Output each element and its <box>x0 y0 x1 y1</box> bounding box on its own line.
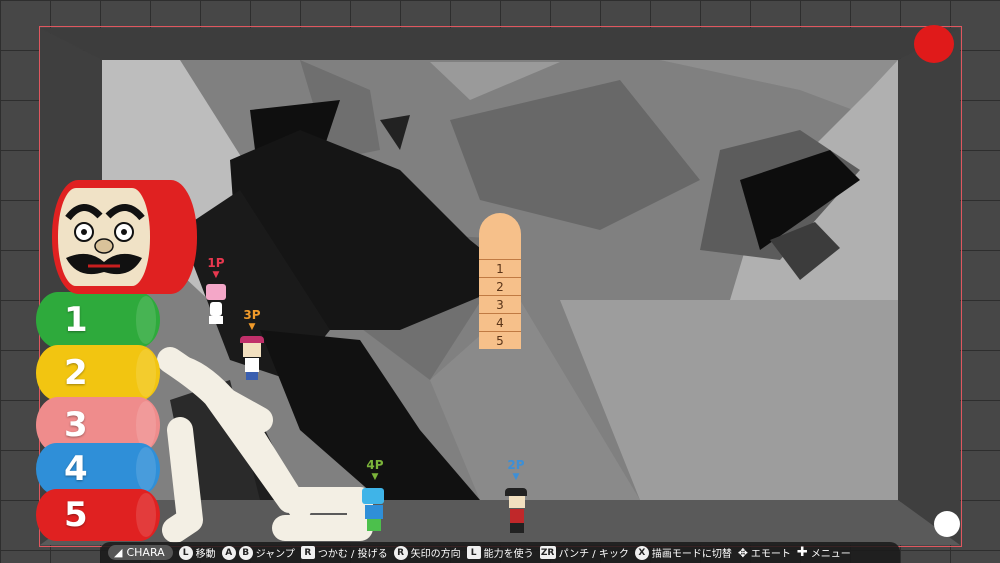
chara-button[interactable]: ◢ CHARA <box>108 545 173 560</box>
board-row: 5 <box>479 331 521 350</box>
board-row: 2 <box>479 277 521 296</box>
p4-arrow-icon: ▼ <box>371 472 379 482</box>
zr-button-icon: ZR <box>539 546 556 559</box>
p1-arrow-icon: ▼ <box>212 270 220 280</box>
l-button-icon: L <box>466 546 481 559</box>
p2-arrow-icon: ▼ <box>512 472 520 482</box>
plus-icon: ✚ <box>796 545 808 560</box>
player-1-character[interactable] <box>206 284 226 326</box>
player-4-label: 4P ▼ <box>360 458 390 482</box>
hud-emote-label: エモート <box>750 549 791 560</box>
player-1-label: 1P ▼ <box>201 256 231 280</box>
a-button-icon: A <box>221 545 236 560</box>
daruma-segment-2: 2 <box>36 345 160 401</box>
chara-label: CHARA <box>126 546 165 559</box>
hud-draw-mode-label: 描画モードに切替 <box>651 549 732 560</box>
hud-jump-label: ジャンプ <box>255 549 295 560</box>
hud-move: L 移動 <box>178 545 216 560</box>
player-4-character[interactable] <box>362 488 386 536</box>
daruma-segment-4: 4 <box>36 443 160 495</box>
x-button-icon: X <box>634 545 649 560</box>
daruma-face-icon <box>65 204 145 275</box>
board-row: 3 <box>479 295 521 314</box>
b-button-icon: B <box>238 545 253 560</box>
game-scene: 1 2 3 4 5 1 2 3 4 5 1P ▼ 3P ▼ 4P ▼ 2P ▼ <box>0 0 1000 563</box>
player-3-label: 3P ▼ <box>237 308 267 332</box>
hud-grab: R つかむ / 投げる <box>300 545 388 560</box>
hud-ability: L 能力を使う <box>466 545 534 560</box>
hud-grab-label: つかむ / 投げる <box>317 549 388 560</box>
hud-emote: ✥ エモート <box>737 545 791 561</box>
l-stick-icon: L <box>178 545 193 560</box>
hud-arrow-direction: R 矢印の方向 <box>393 545 461 560</box>
r-button-icon: R <box>300 546 315 559</box>
hud-punch-label: パンチ / キック <box>558 549 629 560</box>
board-row: 1 <box>479 259 521 278</box>
player-3-character[interactable] <box>240 336 264 384</box>
player-2-character[interactable] <box>505 488 529 536</box>
hud-menu: ✚ メニュー <box>797 545 851 560</box>
hud-punch: ZR パンチ / キック <box>539 545 629 560</box>
hud-menu-label: メニュー <box>810 549 851 560</box>
p3-arrow-icon: ▼ <box>248 322 256 332</box>
r-stick-icon: R <box>393 545 408 560</box>
daruma-face <box>58 188 150 286</box>
controls-hud: ◢ CHARA L 移動 A B ジャンプ R つかむ / 投げる R 矢印の方… <box>100 542 900 563</box>
chara-icon: ◢ <box>114 546 123 559</box>
hud-jump: A B ジャンプ <box>221 545 295 560</box>
hud-ability-label: 能力を使う <box>483 549 534 560</box>
daruma-segment-1: 1 <box>36 292 160 348</box>
daruma-segment-5: 5 <box>36 489 160 541</box>
hud-draw-mode: X 描画モードに切替 <box>634 545 732 560</box>
hud-move-label: 移動 <box>195 549 216 560</box>
board-row: 4 <box>479 313 521 332</box>
player-2-label: 2P ▼ <box>501 458 531 482</box>
hud-arrow-direction-label: 矢印の方向 <box>410 549 461 560</box>
daruma-head <box>52 180 197 294</box>
dpad-icon: ✥ <box>737 545 748 560</box>
score-board: 1 2 3 4 5 <box>479 213 521 349</box>
